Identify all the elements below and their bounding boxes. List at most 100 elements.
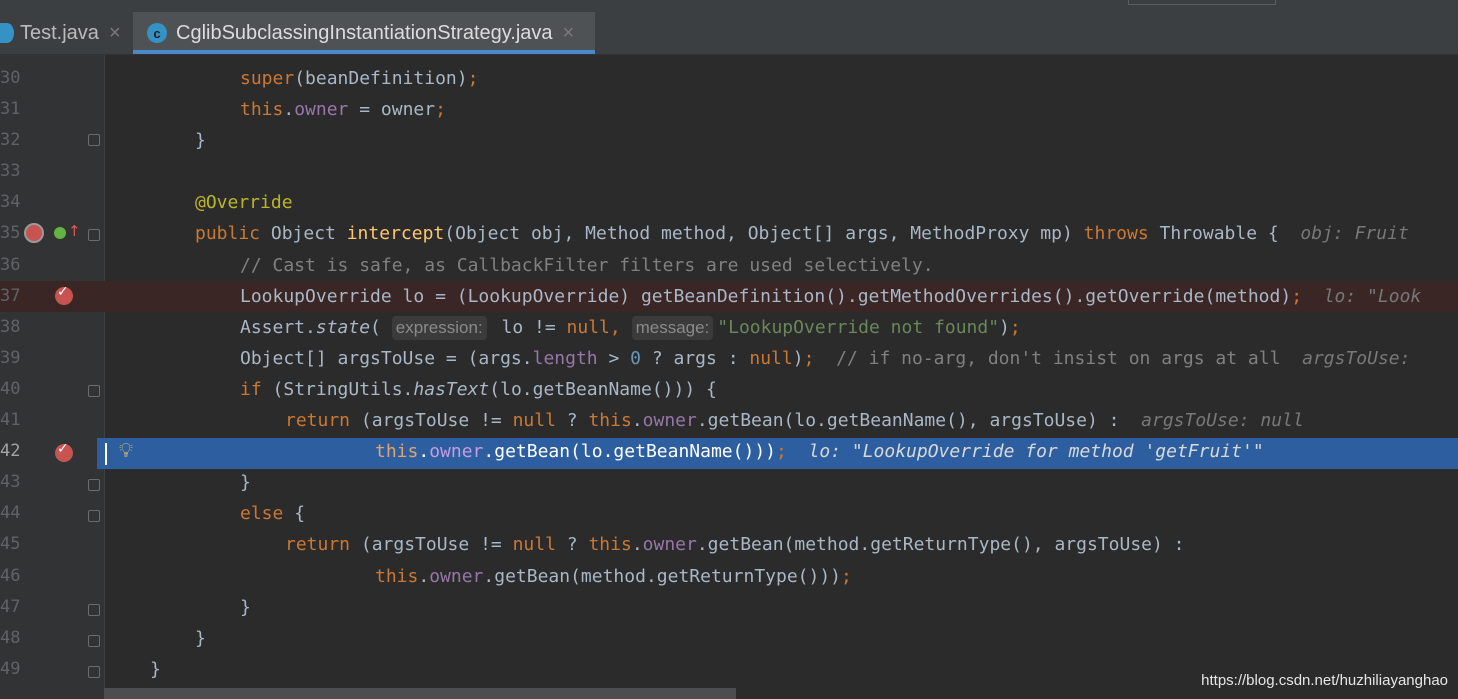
tab-cglib-strategy[interactable]: c CglibSubclassingInstantiationStrategy.… — [133, 12, 595, 54]
code-text: .getBean(method.getReturnType(), argsToU… — [696, 534, 1185, 556]
field: length — [532, 347, 598, 369]
code-text: . — [418, 565, 430, 587]
close-icon[interactable]: × — [109, 22, 121, 45]
debug-value-hint: lo: "Look — [1302, 285, 1422, 307]
tab-label: CglibSubclassingInstantiationStrategy.ja… — [176, 21, 553, 44]
close-icon[interactable]: × — [563, 22, 575, 45]
keyword: else — [240, 503, 295, 525]
code-line-current[interactable]: 42 this.owner.getBean(lo.getBeanName()));… — [0, 436, 1458, 467]
code-line[interactable]: 39 Object[] argsToUse = (args.length > 0 … — [0, 343, 1458, 374]
code-text: (StringUtils. — [272, 378, 414, 400]
code-text: Throwable { — [1159, 223, 1279, 245]
code-text: } — [240, 596, 251, 618]
code-editor[interactable]: ↑ 💡︎ 30super(beanDefinition); 31this.own… — [0, 55, 1458, 699]
code-text: ? — [555, 410, 589, 432]
line-number: 38 — [0, 316, 21, 337]
field: owner — [642, 534, 697, 556]
line-number: 39 — [0, 347, 21, 368]
comma: , — [609, 316, 632, 338]
window-top-strip — [0, 0, 1458, 12]
code-line[interactable]: 45 return (argsToUse != null ? this.owner… — [0, 529, 1458, 560]
line-number: 31 — [0, 99, 21, 120]
code-line[interactable]: 46 this.owner.getBean(method.getReturnTyp… — [0, 561, 1458, 592]
code-line[interactable]: 34 @Override — [0, 187, 1458, 218]
keyword: throws — [1083, 223, 1160, 245]
code-text: Assert. — [240, 316, 316, 338]
annotation: @Override — [195, 192, 293, 214]
keyword: return — [285, 534, 361, 556]
semicolon: ; — [467, 68, 479, 89]
semicolon: ; — [841, 565, 852, 587]
keyword: this — [375, 441, 419, 463]
method-name: intercept — [346, 223, 445, 245]
field: owner — [429, 441, 484, 463]
code-line[interactable]: 31 this.owner = owner; — [0, 94, 1458, 125]
tab-test-java[interactable]: c Test.java × — [0, 12, 130, 54]
code-text: lo != — [490, 316, 567, 338]
code-line[interactable]: 30 super(beanDefinition); — [0, 63, 1458, 94]
code-text: (Object obj, Method method, Object[] arg… — [444, 223, 1084, 245]
code-text: .getBean(method.getReturnType())) — [483, 565, 842, 587]
line-number: 43 — [0, 472, 21, 493]
field: owner — [294, 99, 349, 121]
code-line[interactable]: 32} — [0, 125, 1458, 156]
code-text: . — [418, 441, 430, 463]
code-line[interactable]: 38 Assert.state( expression: lo != null, … — [0, 312, 1458, 343]
line-number: 45 — [0, 534, 21, 555]
code-text: > — [597, 347, 631, 369]
code-text: Object — [270, 223, 347, 245]
code-line[interactable]: 40 if (StringUtils.hasText(lo.getBeanName… — [0, 374, 1458, 405]
code-line[interactable]: 44 else { — [0, 498, 1458, 529]
code-lines[interactable]: 30 super(beanDefinition); 31 this.owner = … — [0, 63, 1458, 685]
horizontal-scrollbar[interactable] — [104, 688, 736, 699]
watermark: https://blog.csdn.net/huzhiliayanghao — [1201, 672, 1448, 689]
semicolon: ; — [435, 99, 446, 121]
semicolon: ; — [776, 441, 787, 463]
debug-value-hint: argsToUse: — [1280, 347, 1411, 369]
code-line[interactable]: 35 public Object intercept(Object obj, Me… — [0, 218, 1458, 249]
code-line[interactable]: 43} — [0, 467, 1458, 498]
code-text: . — [631, 410, 643, 432]
comment: // if no-arg, don't insist on args at al… — [836, 347, 1281, 369]
code-line[interactable]: 37 LookupOverride lo = (LookupOverride) g… — [0, 281, 1458, 312]
code-line[interactable]: 41 return (argsToUse != null ? this.owner… — [0, 405, 1458, 436]
code-line[interactable]: 47} — [0, 592, 1458, 623]
keyword: this — [240, 99, 284, 121]
java-class-icon: c — [147, 23, 167, 43]
line-number: 44 — [0, 503, 21, 524]
code-text: = owner — [348, 99, 436, 121]
keyword: if — [240, 378, 273, 400]
keyword: this — [375, 565, 419, 587]
code-text: Object[] argsToUse = (args. — [240, 347, 533, 369]
search-box-edge[interactable] — [1128, 0, 1276, 5]
code-line[interactable]: 36 // Cast is safe, as CallbackFilter fil… — [0, 250, 1458, 281]
code-line[interactable]: 48} — [0, 623, 1458, 654]
code-text: (beanDefinition) — [294, 68, 468, 89]
code-line[interactable]: 33 — [0, 156, 1458, 187]
field: owner — [642, 410, 697, 432]
keyword: super — [240, 68, 295, 89]
line-number: 36 — [0, 254, 21, 275]
debug-value-hint: argsToUse: null — [1119, 410, 1304, 432]
code-text: } — [240, 472, 251, 494]
keyword: return — [285, 410, 361, 432]
code-text: .getBean(lo.getBeanName())) — [483, 441, 776, 463]
line-number: 40 — [0, 378, 21, 399]
line-number: 46 — [0, 565, 21, 586]
keyword: null — [749, 347, 793, 369]
keyword: public — [195, 223, 271, 245]
semicolon: ; — [1291, 285, 1303, 307]
code-text: } — [195, 130, 206, 152]
number-literal: 0 — [630, 347, 641, 369]
debug-value-hint: obj: Fruit — [1278, 223, 1409, 245]
keyword: null — [566, 316, 610, 338]
keyword: null — [512, 534, 556, 556]
code-text: . — [283, 99, 295, 121]
line-number: 48 — [0, 627, 21, 648]
line-number: 49 — [0, 658, 21, 679]
parameter-hint: expression: — [391, 315, 487, 340]
code-text: } — [150, 658, 161, 680]
semicolon: ; — [803, 347, 815, 369]
keyword: this — [588, 534, 632, 556]
code-text: .getBean(lo.getBeanName(), argsToUse) : — [696, 410, 1120, 432]
